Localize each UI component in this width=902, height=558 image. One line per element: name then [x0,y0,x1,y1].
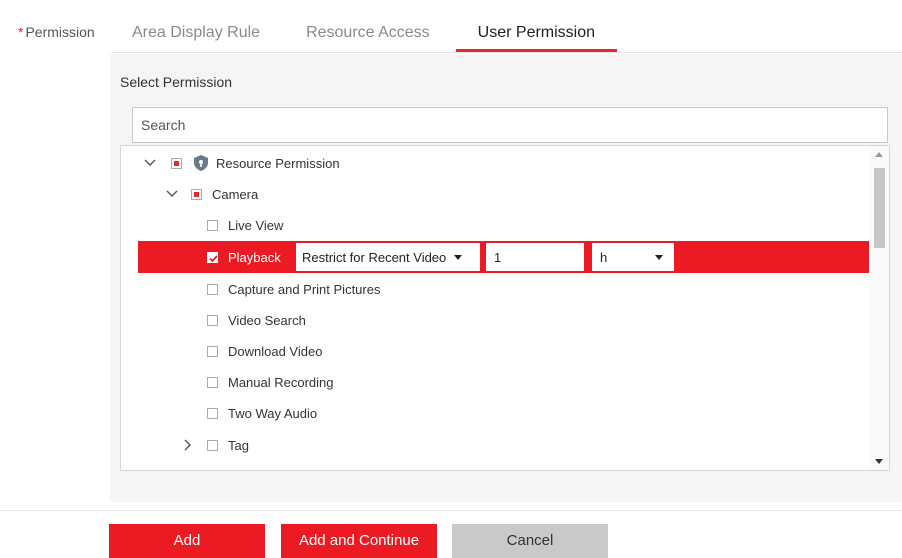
caret-down-icon [655,254,664,260]
cancel-button[interactable]: Cancel [452,524,608,558]
search-input[interactable] [132,107,888,143]
tree-item-video-search[interactable]: Video Search [121,305,889,335]
playback-label: Playback [228,249,281,265]
restriction-select[interactable]: Restrict for Recent Video [296,243,480,271]
tree-node-tag[interactable]: Tag [121,430,889,460]
tree-node-resource-permission[interactable]: Resource Permission [121,148,888,178]
download-video-label: Download Video [228,343,323,359]
caret-down-icon [454,254,463,260]
tab-area-display-rule[interactable]: Area Display Rule [112,14,280,52]
resource-permission-label: Resource Permission [216,155,340,171]
camera-label: Camera [212,186,259,202]
camera-checkbox[interactable] [191,188,202,200]
duration-input[interactable]: 1 [484,243,584,271]
tab-bar: Area Display Rule Resource Access User P… [112,14,902,53]
tree-scrollbar[interactable] [869,146,889,470]
permission-label: * Permission [18,24,95,40]
required-mark: * [18,24,24,40]
tree-item-capture-print[interactable]: Capture and Print Pictures [121,274,889,304]
add-button[interactable]: Add [109,524,265,558]
footer-divider [0,510,902,511]
live-view-label: Live View [228,217,284,233]
panel-title: Select Permission [120,74,233,90]
live-view-checkbox[interactable] [207,219,218,231]
video-search-checkbox[interactable] [207,314,218,326]
tree-node-camera[interactable]: Camera [121,179,889,209]
tree-item-manual-recording[interactable]: Manual Recording [121,367,889,397]
shield-icon [194,155,208,171]
tree-item-playback[interactable]: Playback Restrict for Recent Video 1 h [138,241,889,273]
permission-label-text: Permission [25,24,95,40]
capture-print-checkbox[interactable] [207,283,218,295]
manual-recording-label: Manual Recording [228,374,334,390]
duration-unit-value: h [600,249,608,265]
tab-resource-access[interactable]: Resource Access [286,14,450,52]
tag-checkbox[interactable] [207,439,218,451]
scroll-up-icon[interactable] [875,152,883,157]
permission-tree: Resource Permission Camera Live View Pla… [120,145,890,471]
playback-checkbox[interactable] [207,251,218,263]
scroll-down-icon[interactable] [875,459,883,464]
tree-item-two-way-audio[interactable]: Two Way Audio [121,398,889,428]
chevron-right-icon[interactable] [181,438,195,452]
resource-permission-checkbox[interactable] [171,157,182,169]
restriction-select-value: Restrict for Recent Video [302,249,447,265]
video-search-label: Video Search [228,312,306,328]
duration-input-value: 1 [494,249,502,265]
scrollbar-thumb[interactable] [874,168,885,248]
tree-item-live-view[interactable]: Live View [121,210,889,240]
tree-item-download-video[interactable]: Download Video [121,336,889,366]
two-way-audio-label: Two Way Audio [228,405,318,421]
add-and-continue-button[interactable]: Add and Continue [281,524,437,558]
manual-recording-checkbox[interactable] [207,376,218,388]
duration-unit-select[interactable]: h [590,243,674,271]
tag-label: Tag [228,437,249,453]
capture-print-label: Capture and Print Pictures [228,281,381,297]
download-video-checkbox[interactable] [207,345,218,357]
chevron-down-icon[interactable] [143,156,157,170]
tab-user-permission[interactable]: User Permission [455,14,618,52]
two-way-audio-checkbox[interactable] [207,407,218,419]
chevron-down-icon[interactable] [165,187,179,201]
